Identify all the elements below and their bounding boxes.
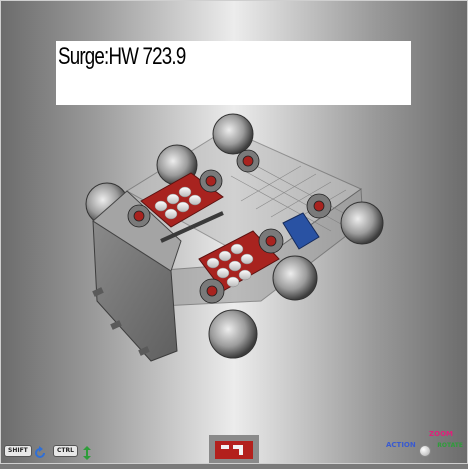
logo-icon — [209, 435, 259, 463]
action-hint: ACTION — [386, 441, 416, 449]
control-bar: SHIFT CTRL ZOOM ACTION ROTATE — [1, 430, 468, 463]
move-vertical-icon[interactable] — [80, 445, 94, 460]
ctrl-key-hint: CTRL — [53, 445, 78, 457]
wheel-front-right — [208, 309, 258, 359]
robot-name-label: Surge:HW 723.9 — [58, 43, 186, 70]
wheel-mid-right — [272, 255, 318, 301]
rotate-knob-icon[interactable] — [419, 445, 431, 457]
rotate-arrow-icon[interactable] — [33, 445, 47, 459]
rotate-hint: ROTATE — [437, 442, 463, 449]
shift-key-hint: SHIFT — [4, 445, 32, 457]
game-window: Surge:HW 723.9 SHIFT CTRL ZOOM ACTION RO… — [0, 0, 468, 464]
zoom-hint: ZOOM — [429, 430, 453, 438]
robot-name-panel: Surge:HW 723.9 — [56, 41, 411, 105]
wheel-back-right — [340, 201, 384, 245]
wheel-back-left — [212, 113, 254, 155]
